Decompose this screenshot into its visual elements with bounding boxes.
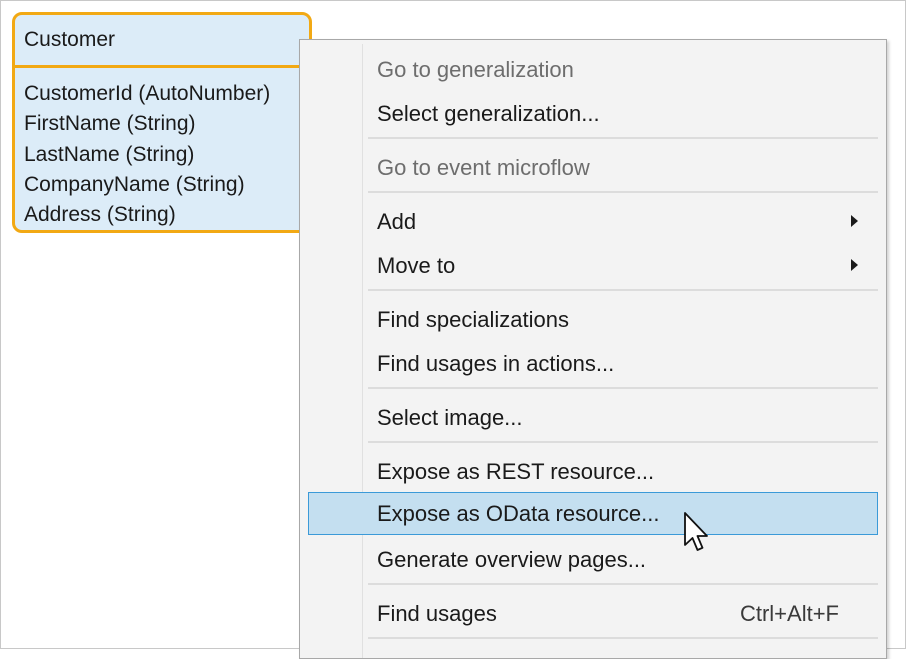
entity-attribute[interactable]: FirstName (String) (24, 109, 270, 139)
menu-item-label: Find usages (377, 601, 497, 626)
menu-item-shortcut: Ctrl+Alt+F (739, 601, 839, 626)
entity-attribute[interactable]: Address (String) (24, 200, 270, 230)
menu-separator (368, 637, 878, 639)
entity-title: Customer (24, 28, 116, 51)
menu-item-label: Expose as OData resource... (377, 501, 660, 526)
entity-attribute[interactable]: LastName (String) (24, 140, 270, 170)
menu-separator (368, 387, 878, 389)
menu-item-label: Generate overview pages... (377, 547, 647, 572)
menu-item-label: Select image... (377, 405, 523, 430)
context-menu: Go to generalization Select generalizati… (299, 39, 887, 659)
menu-item-expose-odata-resource[interactable]: Expose as OData resource... (308, 492, 878, 535)
menu-item-expose-rest-resource[interactable]: Expose as REST resource... (308, 453, 878, 491)
menu-separator (368, 191, 878, 193)
menu-separator (368, 137, 878, 139)
entity-attribute-list: CustomerId (AutoNumber) FirstName (Strin… (24, 79, 270, 230)
menu-separator (368, 441, 878, 443)
menu-item-label: Find specializations (377, 307, 569, 332)
menu-item-label: Expose as REST resource... (377, 459, 655, 484)
menu-item-go-to-event-microflow: Go to event microflow (308, 149, 878, 187)
menu-item-label: Move to (377, 253, 456, 278)
arrow-pointer-icon (684, 512, 708, 551)
menu-item-select-generalization[interactable]: Select generalization... (308, 95, 878, 133)
menu-item-label: Add (377, 209, 417, 234)
menu-separator (368, 583, 878, 585)
menu-item-select-image[interactable]: Select image... (308, 399, 878, 437)
customer-entity[interactable]: Customer CustomerId (AutoNumber) FirstNa… (12, 12, 312, 233)
entity-divider (15, 65, 309, 68)
menu-item-label: Find usages in actions... (377, 351, 615, 376)
menu-item-move-to[interactable]: Move to (308, 247, 878, 285)
entity-attribute[interactable]: CompanyName (String) (24, 170, 270, 200)
menu-item-find-usages[interactable]: Find usages Ctrl+Alt+F (308, 595, 878, 633)
menu-item-find-specializations[interactable]: Find specializations (308, 301, 878, 339)
submenu-arrow-icon (851, 259, 858, 271)
domain-model-canvas[interactable]: Customer CustomerId (AutoNumber) FirstNa… (0, 0, 906, 659)
menu-separator (368, 289, 878, 291)
menu-item-find-usages-in-actions[interactable]: Find usages in actions... (308, 345, 878, 383)
menu-item-label: Go to event microflow (377, 155, 590, 180)
menu-item-label: Select generalization... (377, 101, 600, 126)
menu-item-add[interactable]: Add (308, 203, 878, 241)
entity-attribute[interactable]: CustomerId (AutoNumber) (24, 79, 270, 109)
menu-item-go-to-generalization: Go to generalization (308, 51, 878, 89)
menu-item-generate-overview-pages[interactable]: Generate overview pages... (308, 541, 878, 579)
submenu-arrow-icon (851, 215, 858, 227)
menu-item-label: Go to generalization (377, 57, 574, 82)
